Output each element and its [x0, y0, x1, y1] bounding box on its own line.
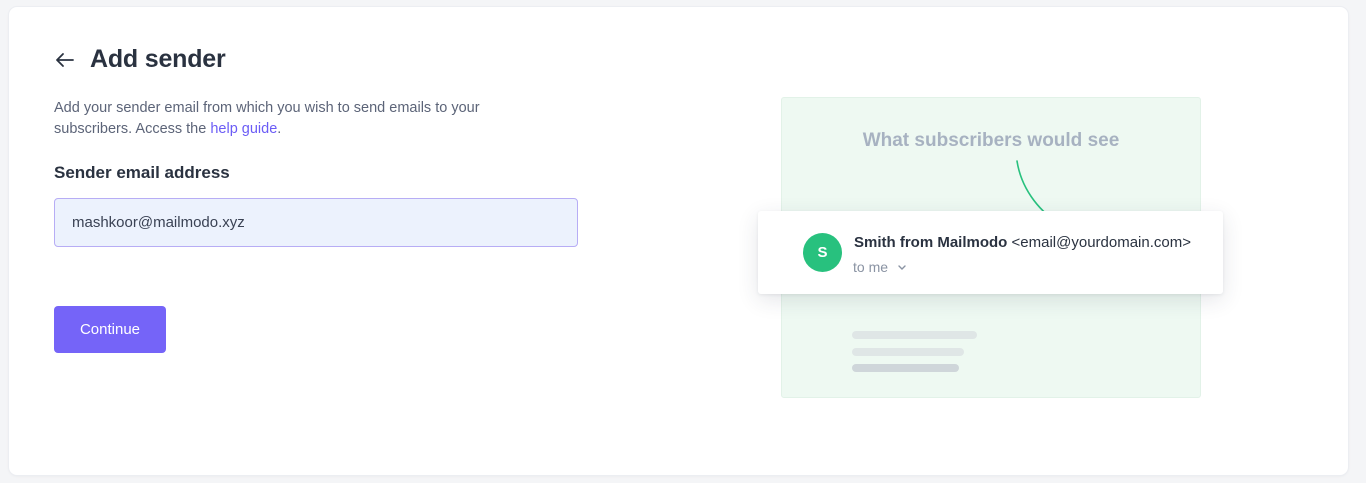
sender-email-input[interactable] [54, 198, 578, 247]
continue-button[interactable]: Continue [54, 306, 166, 353]
help-guide-link[interactable]: help guide [210, 121, 277, 137]
page-header: Add sender [54, 45, 226, 74]
chevron-down-icon [897, 259, 907, 275]
email-preview-card: S Smith from Mailmodo <email@yourdomain.… [758, 211, 1223, 294]
sender-email-label: Sender email address [54, 163, 230, 182]
skeleton-line [852, 348, 964, 356]
from-line: Smith from Mailmodo <email@yourdomain.co… [854, 234, 1191, 251]
skeleton-line [852, 331, 977, 339]
page-description: Add your sender email from which you wis… [54, 98, 534, 140]
add-sender-card: Add sender Add your sender email from wh… [9, 7, 1348, 475]
to-text: to me [853, 259, 889, 275]
skeleton-line [852, 364, 959, 372]
sender-email-placeholder: <email@yourdomain.com> [1011, 234, 1191, 251]
to-line: to me [853, 259, 907, 275]
page-title: Add sender [90, 45, 226, 73]
back-arrow-icon[interactable] [54, 49, 76, 71]
sender-name: Smith from Mailmodo [854, 234, 1008, 251]
preview-caption: What subscribers would see [862, 130, 1120, 151]
description-end: . [277, 121, 282, 137]
avatar: S [803, 233, 842, 272]
